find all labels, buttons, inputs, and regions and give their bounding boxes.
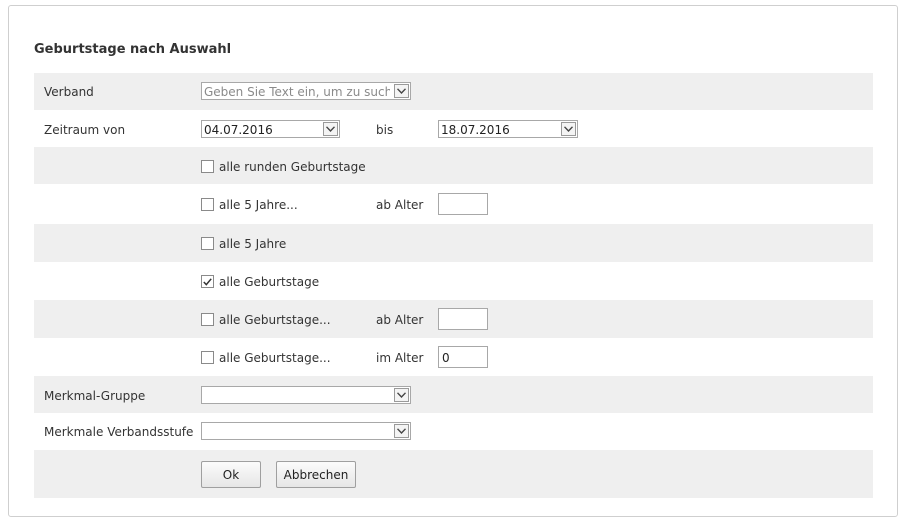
option-every-5-years-from[interactable]: alle 5 Jahre... [201, 197, 298, 212]
zeitraum-label: Zeitraum von [44, 123, 126, 137]
age-input[interactable] [438, 308, 488, 330]
chevron-down-icon[interactable] [561, 122, 576, 136]
zeitraum-row: Zeitraum von 04.07.2016 bis 18.07.2016 [34, 110, 873, 147]
checkbox[interactable] [201, 237, 214, 250]
ab-alter-label: ab Alter [376, 313, 424, 327]
checkbox[interactable] [201, 198, 214, 211]
chevron-down-icon[interactable] [394, 84, 409, 98]
merkmale-verbandsstufe-select[interactable] [201, 422, 411, 440]
checkbox-label: alle Geburtstage... [219, 312, 331, 327]
option-row: alle Geburtstage... im Alter 0 [34, 338, 873, 376]
chevron-down-icon[interactable] [323, 122, 338, 136]
age-input[interactable] [438, 193, 488, 215]
cancel-button[interactable]: Abbrechen [276, 461, 356, 488]
merkmale-verbandsstufe-row: Merkmale Verbandsstufe [34, 413, 873, 450]
option-row: alle runden Geburtstage [34, 147, 873, 184]
date-to-value: 18.07.2016 [441, 123, 510, 137]
bis-label: bis [376, 123, 394, 137]
option-round-birthdays[interactable]: alle runden Geburtstage [201, 159, 366, 174]
checkbox-label: alle Geburtstage [219, 274, 320, 289]
checkbox[interactable] [201, 313, 214, 326]
dialog-panel: Geburtstage nach Auswahl Verband Geben S… [8, 5, 898, 517]
im-alter-label: im Alter [376, 351, 424, 365]
verband-label: Verband [44, 85, 94, 99]
verband-row: Verband Geben Sie Text ein, um zu suchen [34, 73, 873, 110]
chevron-down-icon[interactable] [394, 424, 409, 438]
option-row: alle 5 Jahre [34, 224, 873, 262]
checkbox[interactable] [201, 160, 214, 173]
verband-placeholder: Geben Sie Text ein, um zu suchen [204, 85, 390, 99]
chevron-down-icon[interactable] [394, 388, 409, 402]
age-input[interactable]: 0 [438, 346, 488, 368]
merkmal-gruppe-row: Merkmal-Gruppe [34, 376, 873, 413]
age-input-value: 0 [442, 351, 450, 365]
dialog-title: Geburtstage nach Auswahl [34, 42, 232, 57]
date-to-picker[interactable]: 18.07.2016 [438, 120, 578, 138]
option-all-birthdays-from[interactable]: alle Geburtstage... [201, 312, 331, 327]
option-all-birthdays[interactable]: alle Geburtstage [201, 274, 320, 289]
option-row: alle Geburtstage... ab Alter [34, 300, 873, 338]
merkmal-gruppe-label: Merkmal-Gruppe [44, 389, 146, 403]
ab-alter-label: ab Alter [376, 198, 424, 212]
checkmark-icon [203, 277, 212, 286]
checkbox-label: alle runden Geburtstage [219, 159, 366, 174]
ok-button[interactable]: Ok [201, 461, 261, 488]
date-from-value: 04.07.2016 [204, 123, 273, 137]
checkbox-label: alle Geburtstage... [219, 350, 331, 365]
checkbox[interactable] [201, 351, 214, 364]
option-every-5-years[interactable]: alle 5 Jahre [201, 236, 287, 251]
checkbox-label: alle 5 Jahre [219, 236, 287, 251]
checkbox-label: alle 5 Jahre... [219, 197, 298, 212]
merkmale-verbandsstufe-label: Merkmale Verbandsstufe [44, 425, 194, 439]
option-all-birthdays-at-age[interactable]: alle Geburtstage... [201, 350, 331, 365]
button-row: Ok Abbrechen [34, 450, 873, 498]
checkbox[interactable] [201, 275, 214, 288]
date-from-picker[interactable]: 04.07.2016 [201, 120, 340, 138]
option-row: alle 5 Jahre... ab Alter [34, 184, 873, 224]
merkmal-gruppe-select[interactable] [201, 386, 411, 404]
verband-combobox[interactable]: Geben Sie Text ein, um zu suchen [201, 82, 411, 100]
option-row: alle Geburtstage [34, 262, 873, 300]
